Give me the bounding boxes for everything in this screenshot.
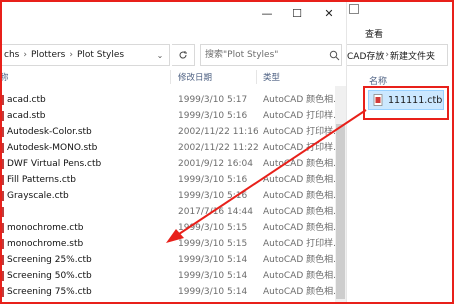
screenshot-border-top: [0, 0, 454, 2]
annotation-arrow: [166, 109, 367, 243]
screenshot-border-left: [0, 0, 2, 304]
